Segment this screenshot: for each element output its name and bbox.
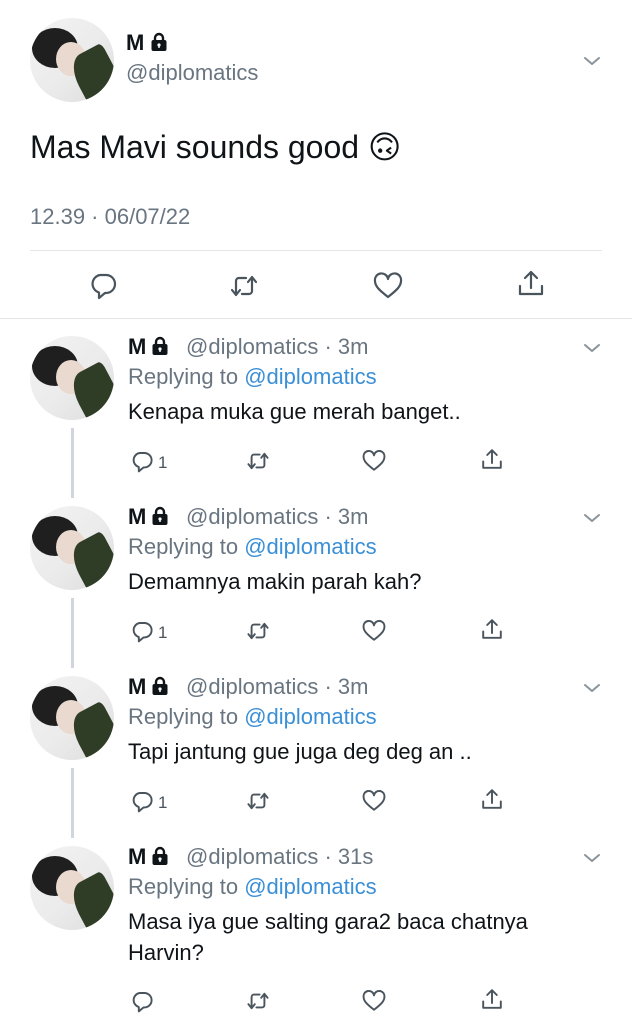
share-button[interactable] [516, 268, 546, 298]
reply-tweet[interactable]: M @diplomatics · 3m Replying to @diploma… [0, 504, 632, 654]
mention-link[interactable]: @diplomatics [244, 704, 376, 729]
reply-icon [132, 622, 153, 643]
like-icon [362, 619, 386, 641]
replying-to: Replying to @diplomatics [128, 704, 377, 729]
retweet-icon [230, 275, 258, 297]
retweet-button[interactable] [246, 989, 270, 1013]
avatar[interactable] [30, 676, 114, 760]
reply-icon [91, 273, 117, 300]
reply-button[interactable] [130, 789, 154, 813]
share-icon [482, 989, 502, 1009]
chevron-down-icon[interactable] [583, 339, 601, 357]
reply-tweet[interactable]: M @diplomatics · 31s Replying to @diplom… [0, 844, 632, 1024]
display-name[interactable]: M [128, 674, 170, 700]
retweet-icon [247, 622, 269, 640]
like-button[interactable] [362, 619, 386, 643]
share-icon [482, 789, 502, 809]
retweet-icon [247, 992, 269, 1010]
tweet-timestamp[interactable]: 12.39 · 06/07/22 [30, 204, 190, 230]
like-icon [362, 789, 386, 811]
share-button[interactable] [480, 617, 504, 641]
like-button[interactable] [362, 449, 386, 473]
share-icon [482, 449, 502, 469]
display-name[interactable]: M [126, 30, 169, 56]
display-name[interactable]: M [128, 844, 170, 870]
like-icon [373, 272, 403, 299]
mention-link[interactable]: @diplomatics [244, 534, 376, 559]
like-button[interactable] [362, 789, 386, 813]
replying-to: Replying to @diplomatics [128, 874, 377, 899]
share-icon [518, 270, 544, 296]
reply-button[interactable] [130, 449, 154, 473]
reply-count: 1 [158, 623, 168, 642]
divider [0, 318, 632, 319]
user-handle-and-time[interactable]: @diplomatics · 31s [186, 844, 373, 870]
retweet-button[interactable] [246, 789, 270, 813]
reply-icon [132, 992, 153, 1013]
retweet-icon [247, 452, 269, 470]
like-button[interactable] [373, 271, 403, 301]
retweet-button[interactable] [229, 271, 259, 301]
share-button[interactable] [480, 447, 504, 471]
retweet-button[interactable] [246, 449, 270, 473]
avatar[interactable] [30, 18, 114, 102]
user-handle-and-time[interactable]: @diplomatics · 3m [186, 674, 369, 700]
avatar[interactable] [30, 846, 114, 930]
reply-button[interactable] [88, 270, 118, 300]
chevron-down-icon[interactable] [583, 509, 601, 527]
like-icon [362, 989, 386, 1011]
tweet-text: Tapi jantung gue juga deg deg an .. [128, 739, 472, 764]
lock-icon [152, 846, 168, 865]
replying-to: Replying to @diplomatics [128, 534, 377, 559]
replying-to: Replying to @diplomatics [128, 364, 377, 389]
chevron-down-icon[interactable] [583, 52, 601, 70]
tweet-text: Demamnya makin parah kah? [128, 569, 422, 594]
lock-icon [152, 506, 168, 525]
reply-tweet[interactable]: M @diplomatics · 3m Replying to @diploma… [0, 334, 632, 484]
avatar[interactable] [30, 506, 114, 590]
avatar[interactable] [30, 336, 114, 420]
user-handle[interactable]: @diplomatics [126, 60, 258, 86]
reply-button[interactable] [130, 989, 154, 1013]
reply-tweet[interactable]: M @diplomatics · 3m Replying to @diploma… [0, 674, 632, 824]
chevron-down-icon[interactable] [583, 679, 601, 697]
reply-icon [132, 792, 153, 813]
reply-button[interactable] [130, 619, 154, 643]
user-handle-and-time[interactable]: @diplomatics · 3m [186, 334, 369, 360]
retweet-icon [247, 792, 269, 810]
retweet-button[interactable] [246, 619, 270, 643]
display-name[interactable]: M [128, 334, 170, 360]
share-icon [482, 619, 502, 639]
tweet-text: Mas Mavi sounds good 🙃 [30, 129, 402, 165]
mention-link[interactable]: @diplomatics [244, 874, 376, 899]
chevron-down-icon[interactable] [583, 849, 601, 867]
lock-icon [151, 32, 167, 51]
like-button[interactable] [362, 989, 386, 1013]
reply-count: 1 [158, 453, 168, 472]
share-button[interactable] [480, 787, 504, 811]
user-handle-and-time[interactable]: @diplomatics · 3m [186, 504, 369, 530]
lock-icon [152, 336, 168, 355]
reply-count: 1 [158, 793, 168, 812]
like-icon [362, 449, 386, 471]
display-name[interactable]: M [128, 504, 170, 530]
tweet-text: Masa iya gue salting gara2 baca chatnya … [128, 909, 528, 965]
reply-icon [132, 452, 153, 473]
mention-link[interactable]: @diplomatics [244, 364, 376, 389]
share-button[interactable] [480, 987, 504, 1011]
divider [30, 250, 602, 251]
lock-icon [152, 676, 168, 695]
tweet-text: Kenapa muka gue merah banget.. [128, 399, 461, 424]
